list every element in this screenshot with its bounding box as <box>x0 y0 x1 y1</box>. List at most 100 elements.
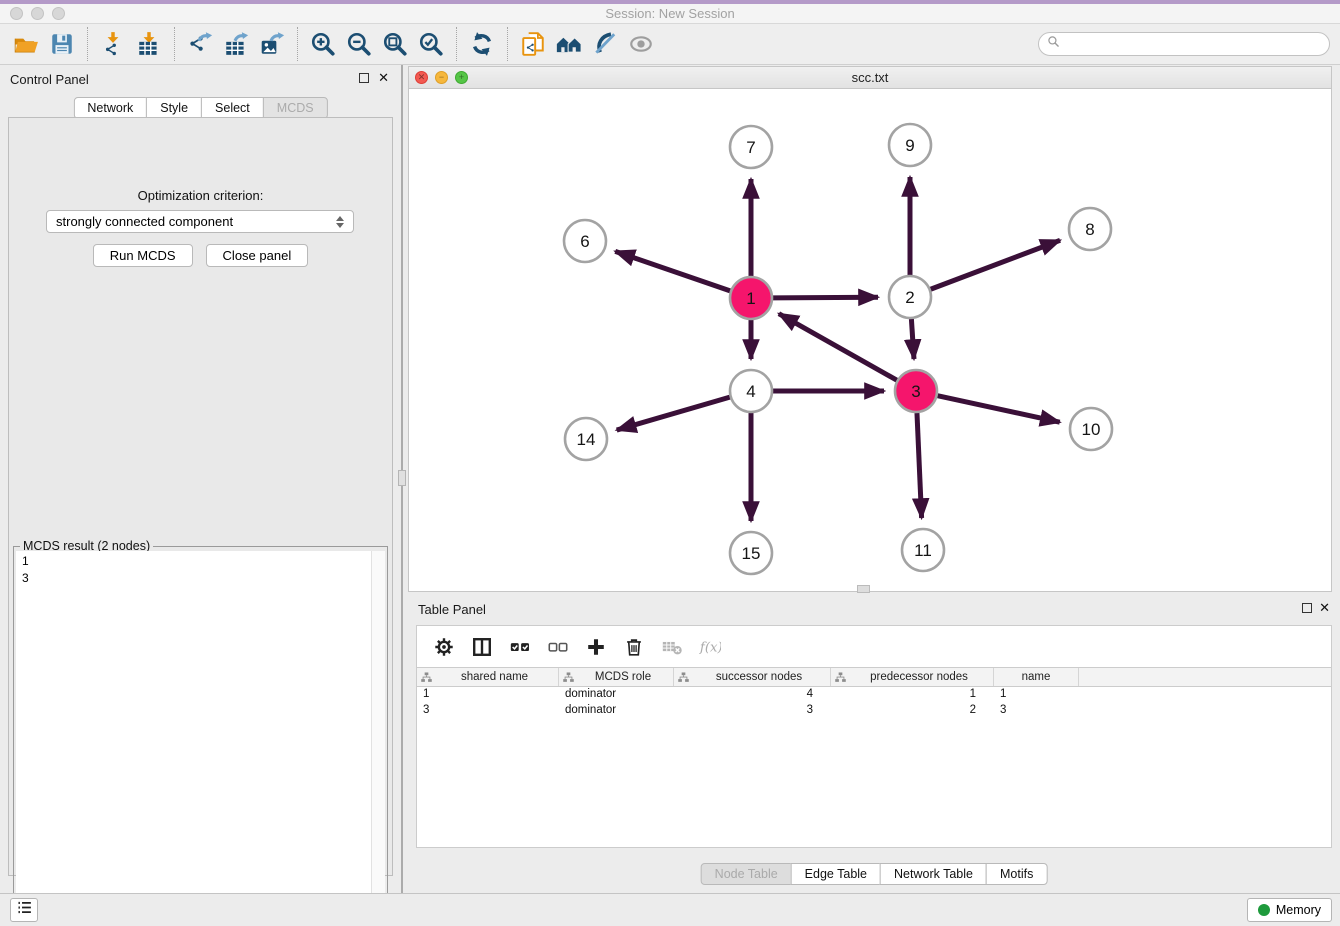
function-builder-button[interactable]: f(x) <box>693 630 727 664</box>
network-graph: 1234678910111415 <box>409 89 1331 591</box>
graph-edge-2-3[interactable] <box>911 319 914 359</box>
tab-motifs[interactable]: Motifs <box>986 863 1047 885</box>
table-cell[interactable]: 1 <box>831 687 994 703</box>
float-panel-icon[interactable] <box>359 73 369 83</box>
import-table-button[interactable] <box>131 27 167 61</box>
close-panel-button[interactable]: Close panel <box>206 244 309 267</box>
network-window-titlebar[interactable]: ✕ − + scc.txt <box>409 67 1331 89</box>
show-task-history-button[interactable] <box>10 898 38 922</box>
graph-node-label: 10 <box>1082 420 1101 439</box>
graph-edge-1-6[interactable] <box>615 251 730 290</box>
tab-select[interactable]: Select <box>201 97 264 119</box>
zoom-selected-button[interactable] <box>413 27 449 61</box>
control-panel-tabs: NetworkStyleSelectMCDS <box>73 97 327 119</box>
panel-splitter[interactable] <box>401 65 403 893</box>
column-header-predecessor-nodes[interactable]: predecessor nodes <box>831 668 994 686</box>
table-cell[interactable]: 1 <box>417 687 559 703</box>
duplicate-network-button[interactable] <box>515 27 551 61</box>
column-header-name[interactable]: name <box>994 668 1079 686</box>
memory-button[interactable]: Memory <box>1247 898 1332 922</box>
apply-layout-button[interactable] <box>464 27 500 61</box>
table-cell[interactable]: 2 <box>831 703 994 719</box>
mcds-result-text[interactable]: 1 3 <box>16 551 371 915</box>
show-column-button[interactable] <box>465 630 499 664</box>
zoom-selected-icon <box>418 31 444 57</box>
window-title: Session: New Session <box>0 6 1340 21</box>
table-row[interactable]: 3dominator323 <box>417 703 1331 719</box>
check-boxes-icon <box>509 636 531 658</box>
graph-edge-1-2[interactable] <box>773 297 878 298</box>
table-cell[interactable]: 4 <box>674 687 831 703</box>
mcds-tab-content: Optimization criterion: strongly connect… <box>8 117 393 876</box>
memory-label: Memory <box>1276 903 1321 917</box>
table-close-icon[interactable]: ✕ <box>1319 600 1330 616</box>
run-mcds-button[interactable]: Run MCDS <box>93 244 193 267</box>
save-session-button[interactable] <box>44 27 80 61</box>
delete-column-button[interactable] <box>617 630 651 664</box>
graph-node-label: 2 <box>905 288 914 307</box>
search-input[interactable] <box>1065 37 1321 51</box>
zoom-fit-icon <box>382 31 408 57</box>
column-header-MCDS-role[interactable]: MCDS role <box>559 668 674 686</box>
graph-edge-3-10[interactable] <box>937 396 1059 423</box>
graph-edge-3-1[interactable] <box>779 314 897 380</box>
close-panel-icon[interactable]: ✕ <box>378 70 389 86</box>
graph-node-label: 3 <box>911 382 920 401</box>
main-titlebar[interactable]: Session: New Session <box>0 4 1340 24</box>
column-header-successor-nodes[interactable]: successor nodes <box>674 668 831 686</box>
homes-icon <box>556 31 582 57</box>
table-row[interactable]: 1dominator411 <box>417 687 1331 703</box>
export-network-button[interactable] <box>182 27 218 61</box>
delete-table-button[interactable] <box>655 630 689 664</box>
optimization-criterion-select[interactable]: strongly connected component <box>46 210 354 233</box>
table-float-icon[interactable] <box>1302 603 1312 613</box>
splitter-grip[interactable] <box>398 470 406 486</box>
mcds-result-scrollbar[interactable] <box>371 551 385 915</box>
tab-network-table[interactable]: Network Table <box>880 863 987 885</box>
toolbar-separator <box>174 27 175 61</box>
import-network-button[interactable] <box>95 27 131 61</box>
first-neighbors-button[interactable] <box>551 27 587 61</box>
zoom-out-button[interactable] <box>341 27 377 61</box>
task-list-icon <box>16 899 33 921</box>
table-cell[interactable]: 3 <box>417 703 559 719</box>
zoom-in-button[interactable] <box>305 27 341 61</box>
select-all-button[interactable] <box>503 630 537 664</box>
node-table: shared nameMCDS rolesuccessor nodesprede… <box>416 668 1332 848</box>
tab-mcds[interactable]: MCDS <box>263 97 328 119</box>
table-body: 1dominator4113dominator323 <box>417 687 1331 719</box>
deselect-all-button[interactable] <box>541 630 575 664</box>
column-header-shared-name[interactable]: shared name <box>417 668 559 686</box>
tab-node-table[interactable]: Node Table <box>701 863 792 885</box>
network-canvas[interactable]: 1234678910111415 <box>409 89 1331 591</box>
table-settings-button[interactable] <box>427 630 461 664</box>
table-cell[interactable]: 3 <box>994 703 1079 719</box>
horizontal-splitter-grip[interactable] <box>857 585 870 593</box>
table-cell[interactable]: dominator <box>559 703 674 719</box>
zoom-out-icon <box>346 31 372 57</box>
graphics-details-button[interactable] <box>623 27 659 61</box>
toolbar-separator <box>297 27 298 61</box>
table-cell[interactable]: 1 <box>994 687 1079 703</box>
add-column-button[interactable] <box>579 630 613 664</box>
open-session-button[interactable] <box>8 27 44 61</box>
table-cell[interactable]: dominator <box>559 687 674 703</box>
zoom-fit-button[interactable] <box>377 27 413 61</box>
apply-style-button[interactable] <box>587 27 623 61</box>
graph-edge-2-8[interactable] <box>931 240 1060 289</box>
toolbar-separator <box>87 27 88 61</box>
tab-edge-table[interactable]: Edge Table <box>791 863 881 885</box>
tab-network[interactable]: Network <box>73 97 147 119</box>
graph-edge-3-11[interactable] <box>917 413 922 518</box>
graph-node-label: 1 <box>746 289 755 308</box>
table-cell[interactable]: 3 <box>674 703 831 719</box>
trash-icon <box>623 636 645 658</box>
export-table-button[interactable] <box>218 27 254 61</box>
graph-node-label: 14 <box>577 430 596 449</box>
tab-style[interactable]: Style <box>146 97 202 119</box>
search-field[interactable] <box>1038 32 1330 56</box>
search-icon <box>1047 35 1065 53</box>
graph-node-label: 11 <box>914 541 932 560</box>
graph-edge-4-14[interactable] <box>617 397 730 430</box>
export-image-button[interactable] <box>254 27 290 61</box>
